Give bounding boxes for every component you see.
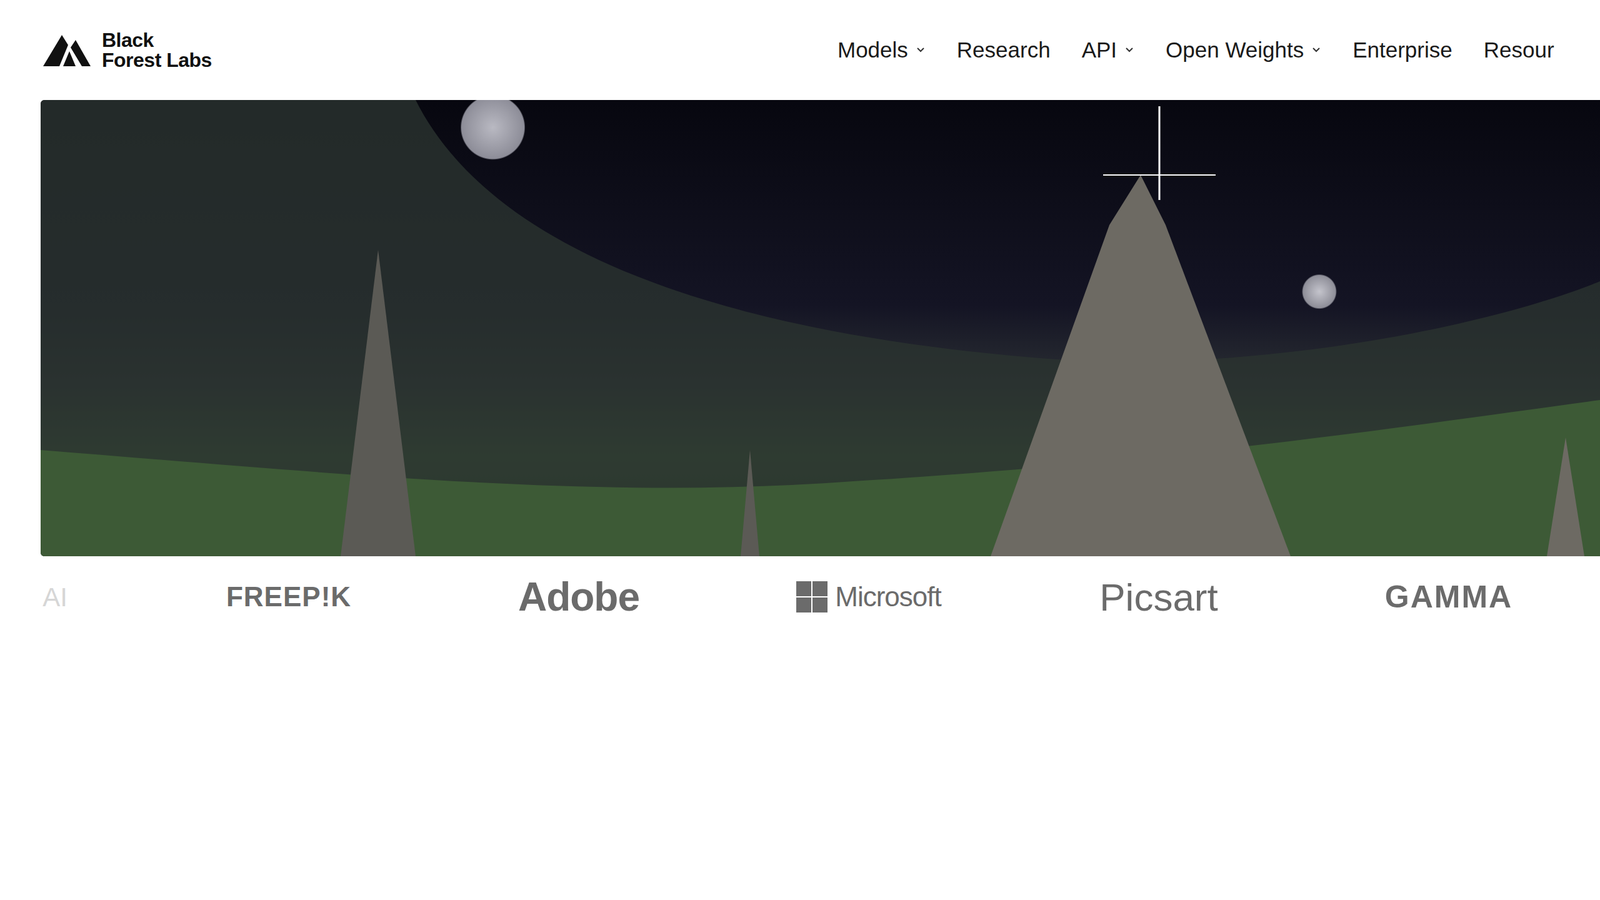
chevron-down-icon[interactable]: [1124, 45, 1135, 55]
partner-logo: Microsoft: [723, 576, 1014, 618]
nav-label[interactable]: Resour: [1483, 33, 1555, 67]
alien-landscape-icon: [40, 100, 1600, 557]
main-nav: Models Research API Open Weights Enterprise R…: [837, 33, 1600, 67]
partner-logo: AI: [0, 577, 144, 617]
logo-text: GAMMA: [1385, 573, 1513, 621]
mountain-logo-icon: [40, 31, 94, 69]
brand-logo[interactable]: Black Forest Labs: [40, 30, 838, 70]
windows-icon: [796, 581, 828, 613]
nav-label[interactable]: API: [1081, 33, 1117, 67]
logo-text: AI: [42, 577, 68, 617]
logo-text: Picsart: [1099, 568, 1218, 627]
brand-name[interactable]: Forest Labs: [101, 50, 212, 70]
nav-link[interactable]: Open Weights: [1165, 33, 1322, 67]
nav-link[interactable]: Research: [956, 33, 1051, 67]
chevron-down-icon[interactable]: [1311, 45, 1322, 55]
chevron-down-icon[interactable]: [915, 45, 926, 55]
partner-logo: FREEP!K: [143, 576, 434, 618]
logo-text: Adobe: [518, 566, 640, 627]
logo-text: Microsoft: [835, 576, 941, 618]
nav-label[interactable]: Enterprise: [1352, 33, 1453, 67]
brand-name[interactable]: Black: [101, 30, 212, 50]
nav-label[interactable]: Models: [837, 33, 909, 67]
logo-text: FREEP!K: [226, 576, 352, 618]
nav-label[interactable]: Open Weights: [1165, 33, 1304, 67]
nav-link[interactable]: Models: [837, 33, 926, 67]
partner-logo: GAMMA: [1303, 573, 1594, 621]
partner-logos: AI FREEP!K Adobe Microsoft Picsart GAMMA: [0, 556, 1600, 638]
site-header: Black Forest Labs Models Research API Open …: [0, 0, 1600, 100]
nav-label[interactable]: Research: [956, 33, 1051, 67]
nav-link[interactable]: Resour: [1483, 33, 1555, 67]
partner-logo: Picsart: [1013, 568, 1304, 627]
nav-link[interactable]: Enterprise: [1352, 33, 1453, 67]
partner-logo: Adobe: [433, 566, 724, 627]
nav-link[interactable]: API: [1081, 33, 1135, 67]
hero-image: [40, 100, 1600, 557]
